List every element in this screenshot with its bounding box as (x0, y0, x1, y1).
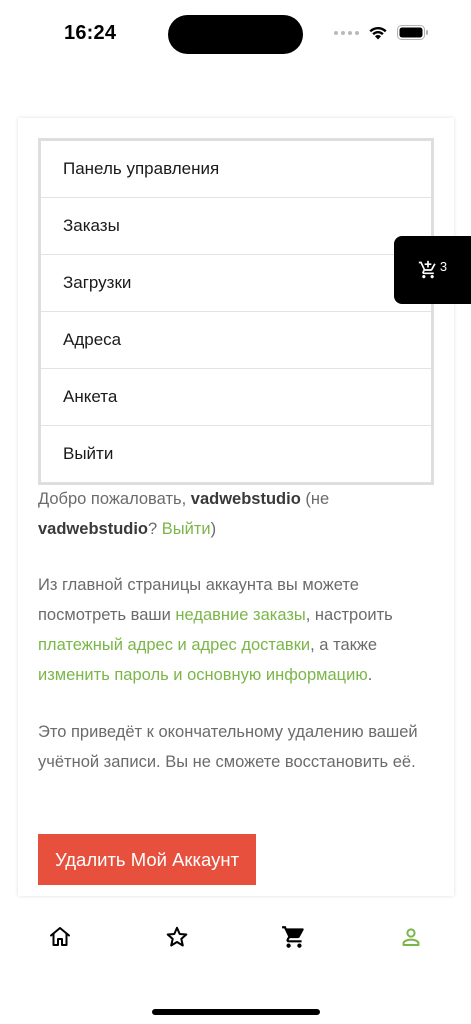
menu-item-profile[interactable]: Анкета (41, 369, 431, 426)
dashboard-intro-text: Из главной страницы аккаунта вы можете п… (38, 570, 418, 690)
dynamic-island (168, 15, 303, 54)
intro-part-3: , а также (310, 636, 378, 654)
intro-part-4: . (367, 666, 373, 684)
nav-cart[interactable] (280, 923, 308, 951)
wifi-icon (369, 26, 387, 40)
account-details-link[interactable]: изменить пароль и основную информацию (38, 666, 368, 684)
recent-orders-link[interactable]: недавние заказы (175, 606, 305, 624)
screen: 16:24 Панель управления Заказы Загрузки … (0, 0, 471, 1024)
welcome-username: vadwebstudio (190, 490, 301, 508)
cart-add-icon (418, 260, 436, 279)
intro-part-2: , настроить (305, 606, 393, 624)
bottom-navigation (0, 903, 471, 971)
nav-home[interactable] (46, 923, 74, 951)
account-navigation: Панель управления Заказы Загрузки Адреса… (38, 138, 434, 485)
cart-icon (282, 926, 304, 948)
welcome-logout-link[interactable]: Выйти (162, 520, 211, 538)
star-icon (166, 926, 188, 947)
menu-item-dashboard[interactable]: Панель управления (41, 141, 431, 198)
nav-account[interactable] (397, 923, 425, 951)
menu-item-downloads[interactable]: Загрузки (41, 255, 431, 312)
cart-count-badge: 3 (439, 258, 448, 274)
addresses-link[interactable]: платежный адрес и адрес доставки (38, 636, 310, 654)
menu-item-addresses[interactable]: Адреса (41, 312, 431, 369)
delete-account-button[interactable]: Удалить Мой Аккаунт (38, 834, 256, 885)
home-indicator[interactable] (152, 1009, 320, 1015)
welcome-question: ? (148, 520, 162, 538)
menu-item-logout[interactable]: Выйти (41, 426, 431, 482)
delete-account-notice: Это приведёт к окончательному удалению в… (38, 723, 418, 771)
welcome-text: Добро пожаловать, vadwebstudio (не vadwe… (38, 484, 418, 544)
home-icon (50, 927, 70, 946)
welcome-prefix: Добро пожаловать, (38, 490, 191, 508)
welcome-suffix: ) (210, 520, 217, 538)
nav-favorites[interactable] (163, 923, 191, 951)
status-icons (334, 25, 429, 40)
welcome-middle: (не (300, 490, 330, 508)
account-icon (402, 928, 420, 946)
status-time: 16:24 (64, 22, 117, 44)
battery-icon (397, 25, 428, 40)
floating-cart-button[interactable]: 3 (394, 236, 471, 304)
menu-item-orders[interactable]: Заказы (41, 198, 431, 255)
signal-icon (334, 30, 359, 35)
welcome-username-2: vadwebstudio (38, 520, 149, 538)
